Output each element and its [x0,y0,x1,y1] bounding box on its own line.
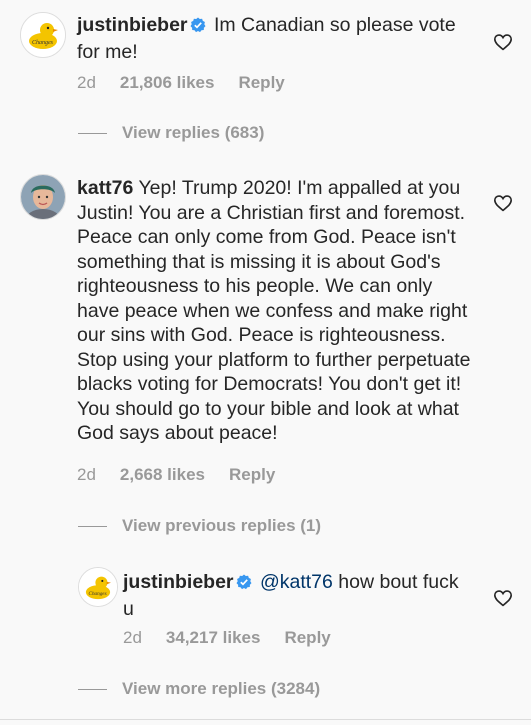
comment-username[interactable]: katt76 [77,177,133,199]
view-replies-button[interactable]: View replies (683) [122,123,264,143]
avatar-katt76[interactable] [20,174,66,220]
comment-body: Yep! Trump 2020! I'm appalled at you Jus… [77,177,471,444]
comment-date: 2d [77,465,96,484]
avatar-justinbieber-reply[interactable]: Changes [78,567,118,607]
profile-photo-icon [21,175,65,219]
divider-line [78,526,107,527]
comment-text-1: justinbieber Im Canadian so please vote … [77,13,467,64]
divider-line [78,133,107,134]
reply-button[interactable]: Reply [238,73,284,92]
likes-count[interactable]: 2,668 likes [120,465,205,484]
view-previous-replies-button[interactable]: View previous replies (1) [122,516,321,536]
likes-count[interactable]: 21,806 likes [120,73,215,92]
avatar-justinbieber[interactable]: Changes [20,12,66,58]
comment-text-2: katt76 Yep! Trump 2020! I'm appalled at … [77,176,472,446]
comment-text-3: justinbieber @katt76 how bout fuck u [123,570,463,621]
view-more-replies-button[interactable]: View more replies (3284) [122,679,320,699]
comment-meta-3: 2d 34,217 likes Reply [123,628,331,648]
like-heart-icon[interactable] [493,33,513,51]
comment-meta-2: 2d 2,668 likes Reply [77,465,275,485]
comment-date: 2d [123,628,142,647]
verified-badge-icon [190,15,206,40]
comment-meta-1: 2d 21,806 likes Reply [77,73,285,93]
mention-link[interactable]: @katt76 [260,571,333,593]
verified-badge-icon [236,572,252,597]
like-heart-icon[interactable] [493,194,513,212]
comment-username[interactable]: justinbieber [77,14,188,36]
reply-button[interactable]: Reply [229,465,275,484]
likes-count[interactable]: 34,217 likes [166,628,261,647]
svg-text:Changes: Changes [32,40,54,46]
svg-text:Changes: Changes [89,591,107,597]
comment-username[interactable]: justinbieber [123,571,234,593]
comment-date: 2d [77,73,96,92]
reply-button[interactable]: Reply [284,628,330,647]
divider-line [78,689,107,690]
duck-logo-icon: Changes [21,13,65,57]
like-heart-icon[interactable] [493,589,513,607]
duck-logo-icon: Changes [79,568,117,606]
bottom-divider [0,719,531,720]
